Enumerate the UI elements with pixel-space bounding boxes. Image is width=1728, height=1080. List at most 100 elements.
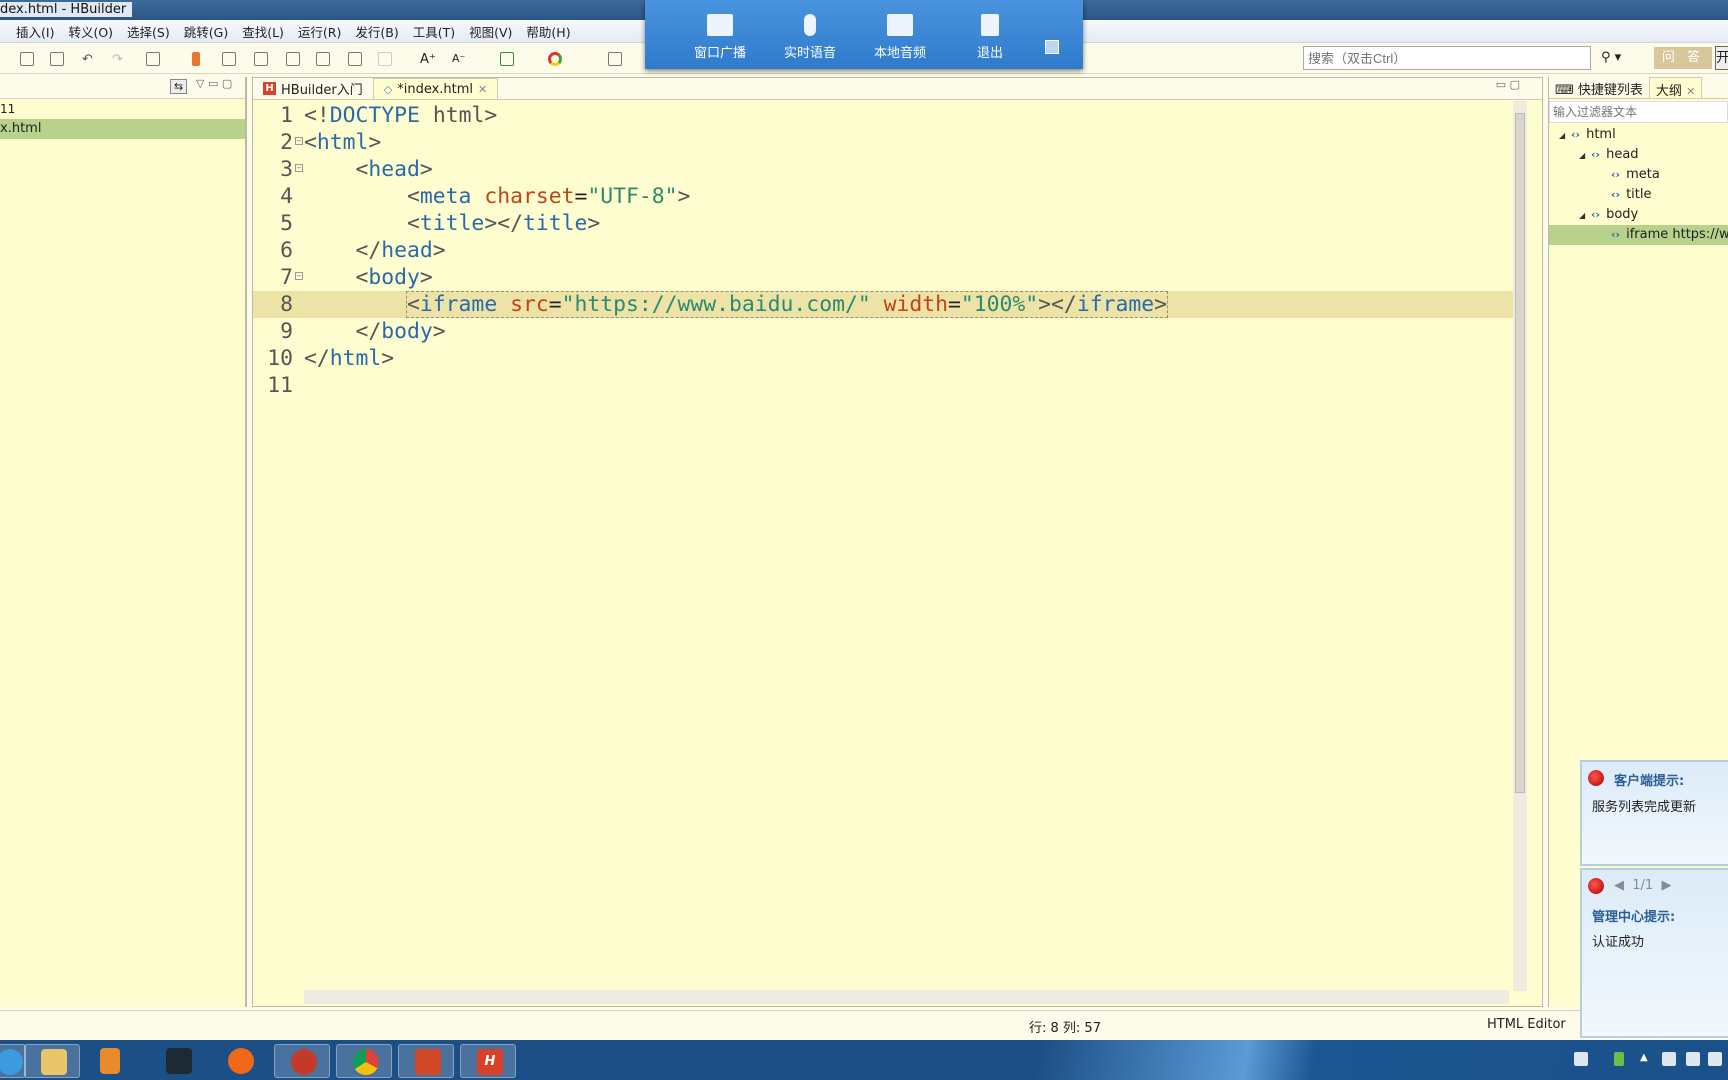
outline-node-title[interactable]: ‹› title <box>1549 185 1728 205</box>
bookmark-icon[interactable] <box>192 52 200 66</box>
exit-icon <box>981 14 999 36</box>
expand-icon[interactable]: ◢ <box>1559 126 1571 146</box>
editor-tabs: H HBuilder入门 ◇ *index.html ✕ ▭ ▢ <box>253 78 1542 100</box>
undo-icon[interactable]: ↶ <box>82 52 96 67</box>
search-icon[interactable]: ⚲ ▾ <box>1601 50 1621 65</box>
close-tab-icon[interactable]: ✕ <box>478 83 487 96</box>
next-icon[interactable]: ▶ <box>1661 878 1671 893</box>
jump-start-icon[interactable] <box>286 52 300 66</box>
open-button[interactable]: 开 <box>1715 46 1728 70</box>
outline-node-head[interactable]: ◢ ‹› head <box>1549 145 1728 165</box>
jump-end-icon[interactable] <box>316 52 330 66</box>
menu-publish[interactable]: 发行(B) <box>355 22 398 41</box>
notification-body: 服务列表完成更新 <box>1592 800 1697 815</box>
run-icon[interactable] <box>500 52 514 66</box>
font-larger-icon[interactable]: A⁺ <box>420 52 436 67</box>
network-tray-icon[interactable] <box>1686 1052 1700 1066</box>
vertical-scrollbar[interactable] <box>1513 101 1527 991</box>
prev-icon[interactable] <box>222 52 236 66</box>
menu-select[interactable]: 选择(S) <box>127 22 170 41</box>
taskbar-nox[interactable] <box>150 1044 206 1078</box>
menu-goto[interactable]: 跳转(G) <box>184 22 228 41</box>
outline-node-body[interactable]: ◢ ‹› body <box>1549 205 1728 225</box>
menu-run[interactable]: 运行(R) <box>298 22 341 41</box>
outline-node-iframe[interactable]: ‹›iframe https://ww <box>1549 225 1728 245</box>
taskbar-explorer[interactable] <box>24 1044 80 1078</box>
outline-filter-input[interactable] <box>1549 101 1728 123</box>
code-line: 1 <!DOCTYPE html> <box>280 103 498 128</box>
qa-button[interactable]: 问 答 <box>1654 47 1712 69</box>
broadcast-floating-bar: 窗口广播 实时语音 本地音频 退出 <box>645 0 1083 69</box>
tab-hbuilder-intro[interactable]: H HBuilder入门 <box>253 78 373 99</box>
keyboard-tray-icon[interactable] <box>1574 1052 1588 1066</box>
font-smaller-icon[interactable]: A⁻ <box>452 52 466 66</box>
fold-icon[interactable]: − <box>295 137 303 145</box>
live-voice-button[interactable]: 实时语音 <box>765 0 855 69</box>
close-tab-icon[interactable]: ✕ <box>1686 85 1695 98</box>
tab-outline[interactable]: 大纲 ✕ <box>1648 77 1703 99</box>
tag-icon: ‹› <box>1571 128 1581 141</box>
format-icon[interactable] <box>146 52 160 66</box>
project-panel-header: ⇆ ▽ ▭ ▢ <box>0 77 245 99</box>
taskbar: H ▲ <box>0 1040 1728 1080</box>
code-line: 9 </body> <box>280 319 446 344</box>
project-item[interactable]: 11 <box>0 99 245 119</box>
code-line: 2− <html> <box>280 130 382 155</box>
taskbar-powerpoint[interactable] <box>398 1044 454 1078</box>
status-bar: 行: 8 列: 57 HTML Editor <box>0 1010 1728 1040</box>
volume-tray-icon[interactable] <box>1708 1052 1722 1066</box>
editor-type: HTML Editor <box>1487 1017 1566 1032</box>
link-editor-icon[interactable]: ⇆ <box>170 79 188 94</box>
tab-index-html[interactable]: ◇ *index.html ✕ <box>372 78 499 99</box>
cursor-position: 行: 8 列: 57 <box>1029 1021 1101 1036</box>
flag-tray-icon[interactable] <box>1662 1052 1676 1066</box>
comment-icon[interactable] <box>348 52 362 66</box>
alert-icon <box>1588 878 1604 894</box>
horizontal-scrollbar[interactable] <box>304 990 1509 1004</box>
menu-insert[interactable]: 插入(I) <box>16 22 54 41</box>
close-file-icon[interactable] <box>50 52 64 66</box>
file-item-index[interactable]: x.html <box>0 119 245 139</box>
alert-icon <box>1588 770 1604 786</box>
menu-view[interactable]: 视图(V) <box>469 22 512 41</box>
notification-body: 认证成功 <box>1592 935 1645 950</box>
pin-icon[interactable] <box>1045 40 1059 54</box>
expand-icon[interactable]: ◢ <box>1579 146 1591 166</box>
fold-icon[interactable]: − <box>295 272 303 280</box>
expand-icon[interactable]: ◢ <box>1579 206 1591 226</box>
next-icon[interactable] <box>254 52 268 66</box>
view-menu-icon[interactable]: ▽ ▭ ▢ <box>196 77 232 90</box>
fold-icon[interactable]: − <box>295 164 303 172</box>
menu-help[interactable]: 帮助(H) <box>526 22 570 41</box>
taskbar-media-player[interactable] <box>84 1044 140 1078</box>
exit-button[interactable]: 退出 <box>945 0 1035 69</box>
local-audio-button[interactable]: 本地音频 <box>855 0 945 69</box>
scrollbar-thumb[interactable] <box>1515 113 1525 793</box>
window-broadcast-button[interactable]: 窗口广播 <box>675 0 765 69</box>
html-file-icon: ◇ <box>383 82 393 96</box>
show-hidden-icons[interactable]: ▲ <box>1640 1052 1654 1066</box>
search-input[interactable] <box>1303 46 1591 70</box>
code-line: 5 <title></title> <box>280 211 601 236</box>
code-area[interactable]: 1 <!DOCTYPE html> 2− <html> 3− <head> 4 <m… <box>253 102 1513 399</box>
outline-node-html[interactable]: ◢ ‹› html <box>1549 125 1728 145</box>
uncomment-icon[interactable] <box>378 52 392 66</box>
menu-tools[interactable]: 工具(T) <box>413 22 455 41</box>
tab-shortcuts[interactable]: ⌨ 快捷键列表 <box>1549 77 1649 98</box>
menu-find[interactable]: 查找(L) <box>242 22 284 41</box>
outline-node-meta[interactable]: ‹› meta <box>1549 165 1728 185</box>
info-icon[interactable] <box>608 52 622 66</box>
taskbar-firefox[interactable] <box>212 1044 268 1078</box>
taskbar-hbuilder[interactable]: H <box>460 1044 516 1078</box>
taskbar-chrome[interactable] <box>336 1044 392 1078</box>
prev-icon[interactable]: ◀ <box>1614 878 1624 893</box>
usb-tray-icon[interactable] <box>1614 1052 1624 1066</box>
taskbar-ie[interactable] <box>0 1044 26 1078</box>
redo-icon[interactable]: ↷ <box>112 52 126 67</box>
maximize-editor-icon[interactable]: ▭ ▢ <box>1496 78 1520 91</box>
keyboard-icon: ⌨ <box>1555 83 1574 98</box>
menu-escape[interactable]: 转义(O) <box>68 22 113 41</box>
save-all-icon[interactable] <box>20 52 34 66</box>
taskbar-dictionary[interactable] <box>274 1044 330 1078</box>
chrome-browser-icon[interactable] <box>548 52 562 66</box>
